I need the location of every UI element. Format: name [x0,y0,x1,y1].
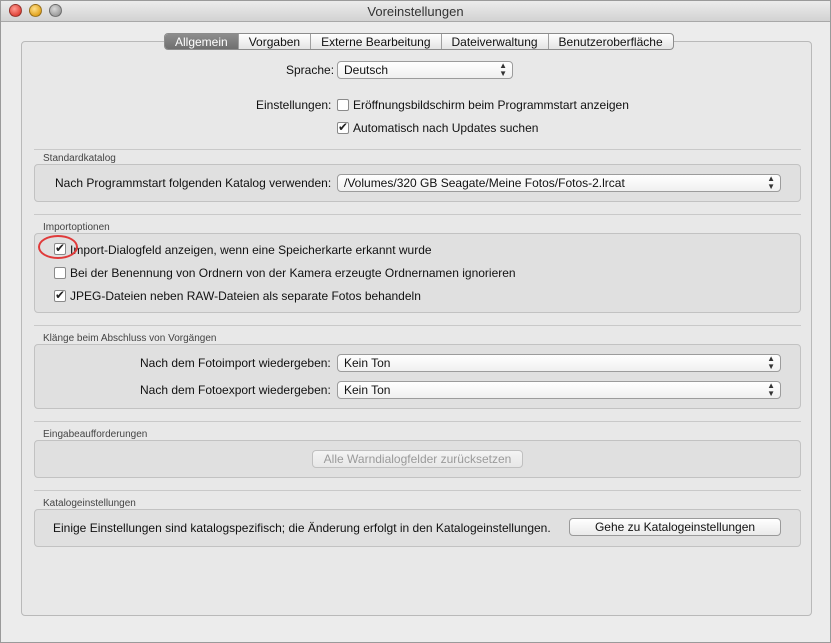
catalog-label: Nach Programmstart folgenden Katalog ver… [55,176,332,190]
preferences-window: Voreinstellungen Allgemein Vorgaben Exte… [0,0,831,643]
settings-label: Einstellungen: [256,98,332,112]
splash-checkbox-label: Eröffnungsbildschirm beim Programmstart … [353,98,629,112]
jpeg-raw-separate-label: JPEG-Dateien neben RAW-Dateien als separ… [70,289,421,303]
import-sound-label: Nach dem Fotoimport wiedergeben: [140,356,331,370]
language-value: Deutsch [344,63,389,77]
updates-checkbox-label: Automatisch nach Updates suchen [353,121,539,135]
go-to-catalog-settings-button[interactable]: Gehe zu Katalogeinstellungen [569,518,781,536]
tab-externe-bearbeitung[interactable]: Externe Bearbeitung [311,34,442,49]
export-sound-label: Nach dem Fotoexport wiedergeben: [140,383,331,397]
tab-benutzeroberflaeche[interactable]: Benutzeroberfläche [549,34,673,49]
catalog-settings-heading: Katalogeinstellungen [43,498,136,509]
tab-vorgaben[interactable]: Vorgaben [239,34,312,49]
ignore-camera-folder-names-checkbox[interactable] [54,267,66,279]
catalog-select[interactable]: /Volumes/320 GB Seagate/Meine Fotos/Foto… [337,174,781,192]
catalog-settings-text: Einige Einstellungen sind katalogspezifi… [53,521,551,535]
ignore-camera-folder-names-label: Bei der Benennung von Ordnern von der Ka… [70,266,516,280]
splash-checkbox[interactable] [337,99,349,111]
select-arrows-icon: ▲ ▼ [499,61,507,78]
reset-warning-dialogs-button[interactable]: Alle Warndialogfelder zurücksetzen [312,450,523,468]
select-arrows-icon: ▲ ▼ [767,354,775,371]
language-label: Sprache: [286,63,335,77]
catalog-value: /Volumes/320 GB Seagate/Meine Fotos/Foto… [344,176,625,190]
import-options-heading: Importoptionen [43,222,110,233]
divider [34,149,801,150]
select-arrows-icon: ▲ ▼ [767,381,775,398]
jpeg-raw-separate-checkbox[interactable] [54,288,66,302]
tab-bar: Allgemein Vorgaben Externe Bearbeitung D… [164,33,674,50]
export-sound-select[interactable]: Kein Ton ▲ ▼ [337,381,781,399]
language-select[interactable]: Deutsch ▲ ▼ [337,61,513,79]
title-bar: Voreinstellungen [1,1,830,22]
sounds-heading: Klänge beim Abschluss von Vorgängen [43,333,217,344]
tab-allgemein[interactable]: Allgemein [165,34,239,49]
import-dialog-label: Import-Dialogfeld anzeigen, wenn eine Sp… [70,243,432,257]
select-arrows-icon: ▲ ▼ [767,174,775,191]
export-sound-value: Kein Ton [344,383,391,397]
updates-checkbox[interactable] [337,120,349,134]
divider [34,490,801,491]
import-sound-select[interactable]: Kein Ton ▲ ▼ [337,354,781,372]
import-dialog-checkbox[interactable] [54,241,66,255]
divider [34,214,801,215]
import-sound-value: Kein Ton [344,356,391,370]
tab-dateiverwaltung[interactable]: Dateiverwaltung [442,34,549,49]
prompts-heading: Eingabeaufforderungen [43,429,148,440]
divider [34,325,801,326]
standard-catalog-heading: Standardkatalog [43,153,116,164]
window-title: Voreinstellungen [367,4,464,19]
divider [34,421,801,422]
